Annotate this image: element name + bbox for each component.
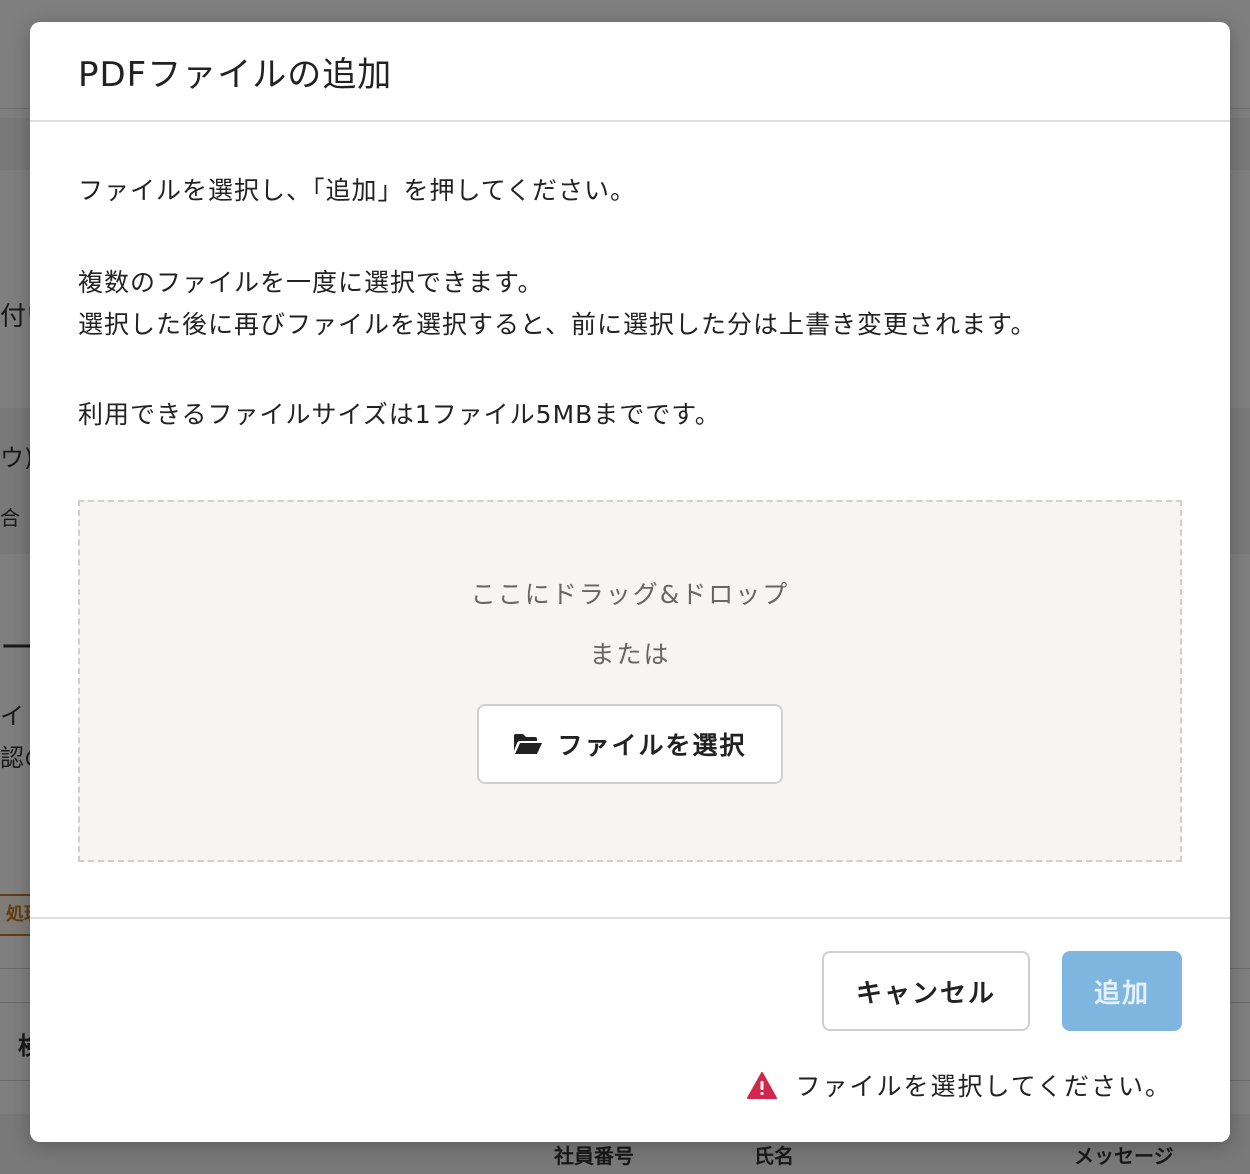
file-dropzone[interactable]: ここにドラッグ&ドロップ または ファイルを選択	[78, 500, 1182, 862]
dialog-body: ファイルを選択し、「追加」を押してください。 複数のファイルを一度に選択できます…	[30, 122, 1230, 919]
instruction-text: 選択した後に再びファイルを選択すると、前に選択した分は上書き変更されます。	[78, 310, 1037, 339]
validation-error: ファイルを選択してください。	[747, 1067, 1172, 1103]
dialog-footer: キャンセル 追加 ファイルを選択してください。	[30, 919, 1230, 1140]
dialog-title: PDFファイルの追加	[78, 54, 393, 95]
page: 付い ウ) 合 ート イ 認の 処理 検 社員番号 氏名 メッセージ PDFファ…	[0, 0, 1250, 1174]
cancel-button[interactable]: キャンセル	[822, 951, 1030, 1031]
add-pdf-dialog: PDFファイルの追加 ファイルを選択し、「追加」を押してください。 複数のファイ…	[30, 22, 1230, 1142]
instructions: ファイルを選択し、「追加」を押してください。 複数のファイルを一度に選択できます…	[78, 170, 1182, 436]
dialog-header: PDFファイルの追加	[30, 22, 1230, 122]
or-text: または	[589, 640, 671, 669]
drag-drop-text: ここにドラッグ&ドロップ	[470, 580, 790, 609]
select-file-label: ファイルを選択	[557, 731, 747, 760]
add-button[interactable]: 追加	[1062, 951, 1182, 1031]
instruction-text: 利用できるファイルサイズは1ファイル5MBまでです。	[78, 400, 721, 429]
select-file-button[interactable]: ファイルを選択	[477, 704, 783, 784]
error-message: ファイルを選択してください。	[795, 1072, 1172, 1101]
instruction-text: 複数のファイルを一度に選択できます。	[78, 268, 544, 297]
warning-icon	[747, 1071, 778, 1099]
folder-open-icon	[513, 733, 543, 755]
instruction-text: ファイルを選択し、「追加」を押してください。	[78, 176, 637, 205]
